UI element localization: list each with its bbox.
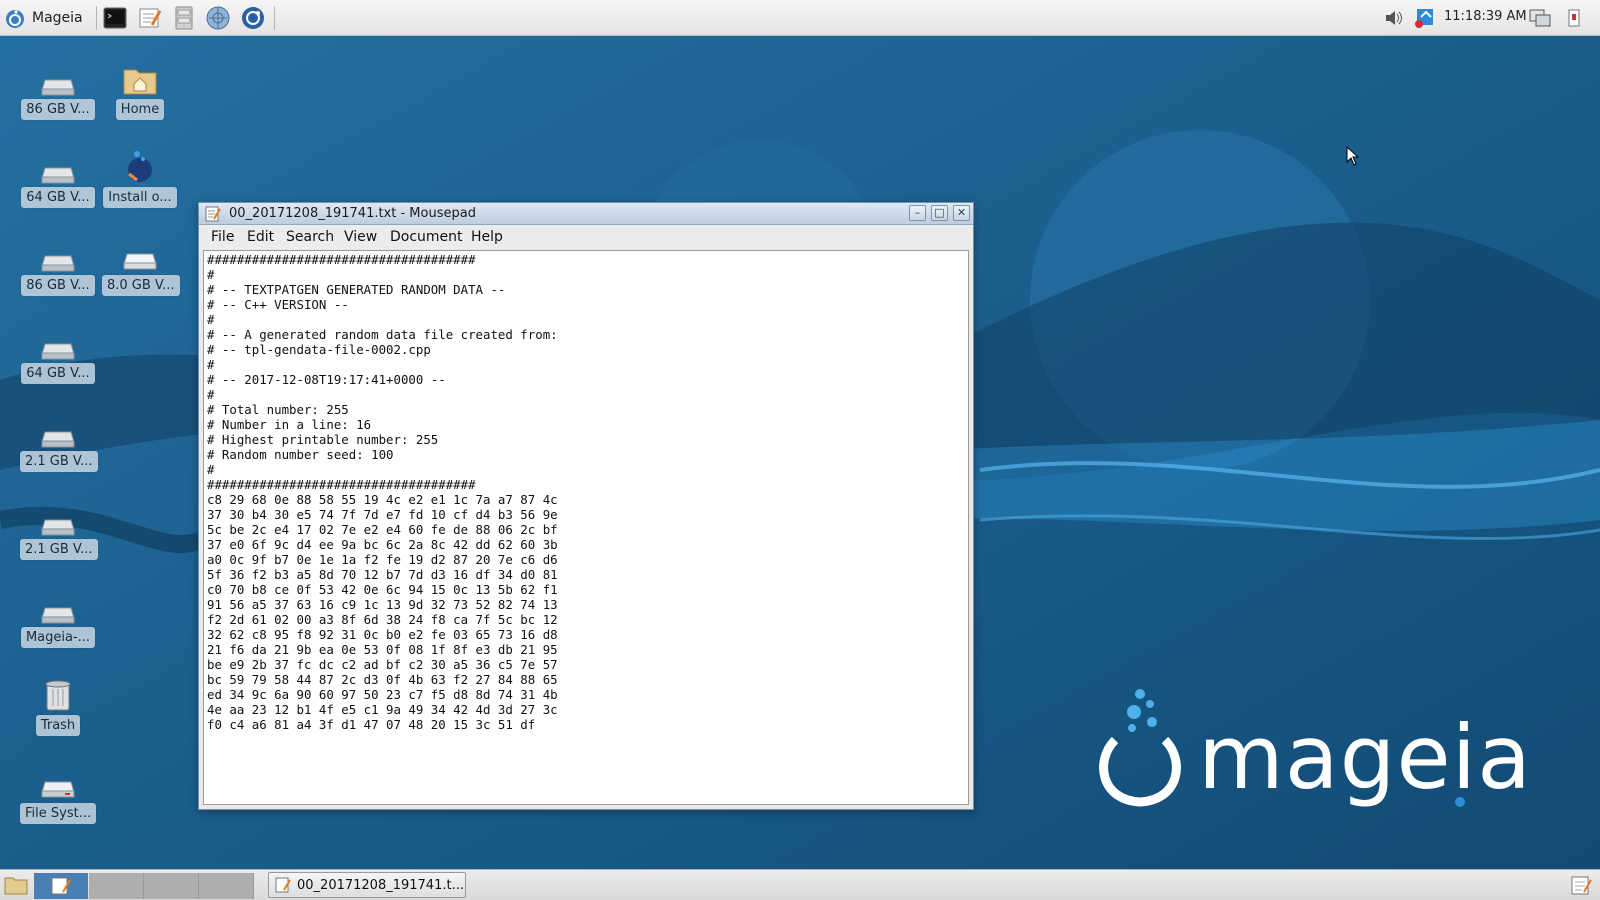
desktop-icon-label: Install o... [103, 187, 177, 208]
text-editor-icon [205, 206, 221, 222]
network-icon [1529, 9, 1551, 27]
home-folder-icon [123, 69, 157, 95]
desktop-icon-2gb-volume-2[interactable]: 2.1 GB V... [20, 500, 98, 560]
mousepad-window[interactable]: 00_20171208_191741.txt - Mousepad – □ ✕ … [198, 202, 974, 810]
desktop-icon-86gb-volume[interactable]: 86 GB V... [20, 60, 96, 120]
applications-menu-label: Mageia [32, 10, 83, 26]
text-editor-launcher[interactable] [135, 3, 165, 33]
desktop-icon-home[interactable]: Home [102, 60, 178, 120]
desktop-icon-trash[interactable]: Trash [20, 676, 96, 736]
drive-icon [41, 607, 75, 624]
text-editor-icon [51, 877, 71, 895]
taskbar-item-label: 00_20171208_191741.t... [297, 877, 464, 893]
window-list-icon [1568, 9, 1580, 27]
applications-menu-button[interactable]: Mageia [4, 4, 83, 32]
web-browser-icon [206, 6, 230, 30]
file-content[interactable]: #################################### # #… [204, 251, 968, 732]
menu-view[interactable]: View [344, 229, 377, 245]
workspace-3[interactable] [144, 873, 199, 899]
panel-separator [96, 6, 97, 30]
desktop-icon-file-system[interactable]: File Syst... [20, 764, 97, 824]
minimize-button[interactable]: – [909, 205, 926, 221]
desktop-icon-64gb-volume[interactable]: 64 GB V... [20, 148, 96, 208]
desktop-icon-label: Home [115, 99, 165, 120]
bottom-panel: 00_20171208_191741.t... [0, 869, 1600, 900]
close-icon: ✕ [956, 206, 967, 219]
maximize-icon: □ [934, 206, 945, 219]
update-tray-button[interactable] [1412, 6, 1436, 30]
desktop-icon-label: 64 GB V... [21, 363, 95, 384]
file-manager-icon [175, 6, 193, 30]
taskbar-item-mousepad[interactable]: 00_20171208_191741.t... [268, 872, 466, 898]
desktop-icon-2gb-volume[interactable]: 2.1 GB V... [20, 412, 98, 472]
desktop-icon-label: 2.1 GB V... [20, 451, 98, 472]
menu-edit[interactable]: Edit [247, 229, 274, 245]
desktop-icon-8gb-volume[interactable]: 8.0 GB V... [102, 236, 180, 296]
mageia-logo-text: mageia [1198, 706, 1533, 809]
desktop-icon-label: 64 GB V... [21, 187, 95, 208]
settings-launcher[interactable] [238, 3, 268, 33]
network-tray-button[interactable] [1528, 6, 1552, 30]
notes-tray-button[interactable] [1570, 874, 1594, 898]
maximize-button[interactable]: □ [931, 205, 948, 221]
menu-bar: File Edit Search View Document Help [199, 225, 973, 249]
desktop-icon-label: Trash [35, 715, 81, 736]
file-manager-launcher[interactable] [169, 3, 199, 33]
mageia-menu-icon [6, 10, 24, 28]
trash-icon [45, 680, 71, 711]
install-icon [128, 151, 152, 182]
web-browser-launcher[interactable] [203, 3, 233, 33]
file-manager-button[interactable] [4, 874, 28, 898]
workspace-1[interactable] [34, 873, 88, 899]
volume-tray-button[interactable] [1382, 6, 1406, 30]
drive-icon [41, 781, 75, 798]
close-button[interactable]: ✕ [953, 205, 970, 221]
speaker-icon [1386, 11, 1402, 25]
desktop-icon-install[interactable]: Install o... [102, 148, 178, 208]
text-editor-area[interactable]: #################################### # #… [203, 250, 969, 805]
update-notifier-icon [1415, 9, 1433, 28]
drive-icon [41, 255, 75, 272]
menu-document[interactable]: Document [390, 229, 463, 245]
desktop-icon-label: Mageia-... [20, 627, 96, 648]
drive-icon [41, 343, 75, 360]
desktop-icon-86gb-volume-2[interactable]: 86 GB V... [20, 236, 96, 296]
clock[interactable]: 11:18:39 AM [1444, 9, 1527, 24]
menu-file[interactable]: File [211, 229, 234, 245]
desktop-icon-label: 8.0 GB V... [102, 275, 180, 296]
desktop-icon-label: File Syst... [20, 803, 97, 824]
drive-icon [41, 519, 75, 536]
desktop-icon-label: 86 GB V... [21, 275, 95, 296]
text-editor-icon [275, 877, 291, 893]
terminal-icon [103, 7, 127, 29]
mouse-cursor-icon [1346, 146, 1360, 166]
drive-icon [41, 431, 75, 448]
desktop-icon-64gb-volume-2[interactable]: 64 GB V... [20, 324, 96, 384]
desktop-icon-label: 2.1 GB V... [20, 539, 98, 560]
window-title: 00_20171208_191741.txt - Mousepad [229, 206, 476, 221]
workspace-4[interactable] [199, 873, 254, 899]
folder-icon [4, 877, 28, 895]
workspace-2[interactable] [89, 873, 144, 899]
top-panel: Mageia 11:18:39 AM [0, 0, 1600, 36]
minimize-icon: – [914, 206, 921, 219]
desktop-icon-label: 86 GB V... [21, 99, 95, 120]
desktop-icon-mageia-volume[interactable]: Mageia-... [20, 588, 96, 648]
drive-icon [41, 79, 75, 96]
settings-icon [242, 7, 264, 29]
terminal-launcher[interactable] [100, 3, 130, 33]
drive-icon [41, 167, 75, 184]
show-desktop-button[interactable] [1562, 6, 1586, 30]
window-titlebar[interactable]: 00_20171208_191741.txt - Mousepad – □ ✕ [199, 203, 973, 225]
panel-separator [274, 6, 275, 30]
notes-icon [1571, 876, 1592, 895]
menu-search[interactable]: Search [286, 229, 334, 245]
drive-icon [123, 253, 157, 270]
text-editor-icon [139, 8, 162, 28]
menu-help[interactable]: Help [471, 229, 503, 245]
